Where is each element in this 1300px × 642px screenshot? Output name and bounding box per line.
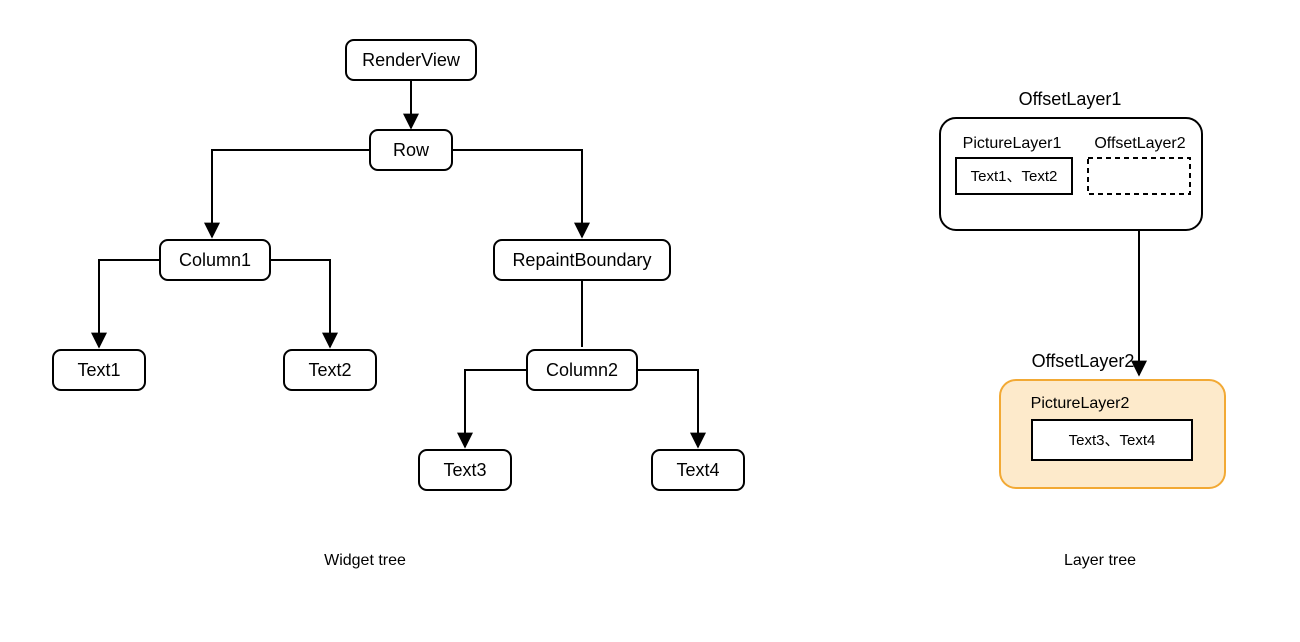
offsetlayer2-inner-label: OffsetLayer2 xyxy=(1094,135,1185,152)
edge-column2-text4 xyxy=(637,370,698,447)
node-text2: Text2 xyxy=(284,350,376,390)
node-label: Column2 xyxy=(546,360,618,380)
node-label: Row xyxy=(393,140,430,160)
layer-tree-caption: Layer tree xyxy=(1064,552,1136,569)
node-label: RepaintBoundary xyxy=(512,250,651,270)
node-renderview: RenderView xyxy=(346,40,476,80)
offsetlayer1-label: OffsetLayer1 xyxy=(1019,89,1122,109)
picturelayer2-label: PictureLayer2 xyxy=(1031,395,1130,412)
node-text3: Text3 xyxy=(419,450,511,490)
node-text1: Text1 xyxy=(53,350,145,390)
diagram-root: RenderView Row Column1 RepaintBoundary xyxy=(0,0,1300,642)
layer-tree: OffsetLayer1 PictureLayer1 OffsetLayer2 … xyxy=(940,89,1225,569)
edge-row-column1 xyxy=(212,150,370,237)
offsetlayer2-dashed-box xyxy=(1088,158,1190,194)
edge-row-repaint xyxy=(452,150,582,237)
edge-column2-text3 xyxy=(465,370,527,447)
node-label: Column1 xyxy=(179,250,251,270)
picturelayer1-label: PictureLayer1 xyxy=(963,135,1062,152)
edge-column1-text2 xyxy=(270,260,330,347)
node-column2: Column2 xyxy=(527,350,637,390)
node-label: RenderView xyxy=(362,50,461,70)
node-label: Text2 xyxy=(308,360,351,380)
offsetlayer2-bottom-label: OffsetLayer2 xyxy=(1032,351,1135,371)
node-repaintboundary: RepaintBoundary xyxy=(494,240,670,280)
node-label: Text3 xyxy=(443,460,486,480)
node-label: Text4 xyxy=(676,460,719,480)
node-label: Text1 xyxy=(77,360,120,380)
node-text4: Text4 xyxy=(652,450,744,490)
picturelayer2-content: Text3、Text4 xyxy=(1069,432,1156,449)
picturelayer1-content: Text1、Text2 xyxy=(971,168,1058,185)
edge-column1-text1 xyxy=(99,260,160,347)
widget-tree-caption: Widget tree xyxy=(324,552,406,569)
node-column1: Column1 xyxy=(160,240,270,280)
widget-tree: RenderView Row Column1 RepaintBoundary xyxy=(53,40,744,569)
node-row: Row xyxy=(370,130,452,170)
